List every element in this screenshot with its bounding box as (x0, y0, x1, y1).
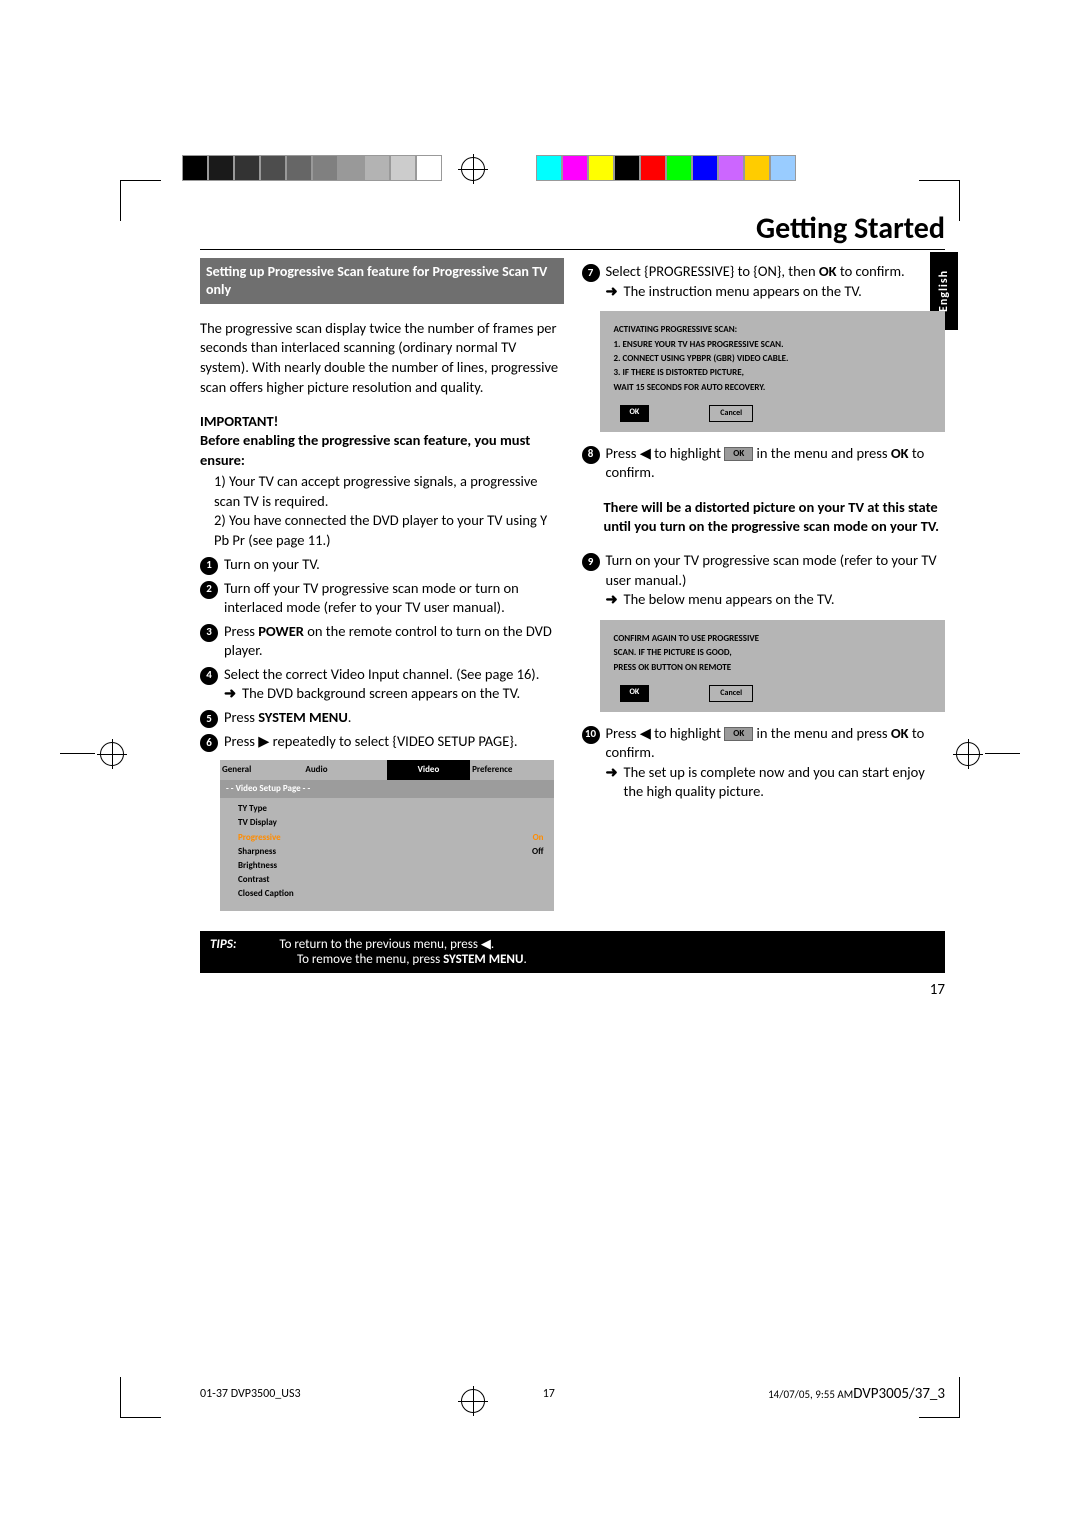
menu-row: TY Type (238, 802, 544, 816)
arrow-right-icon: ➜ (606, 282, 620, 302)
footer-page: 17 (543, 1387, 555, 1401)
tips-label: TIPS: (210, 937, 236, 952)
registration-mark-icon (100, 742, 124, 766)
menu-tab: General (220, 760, 303, 780)
warning-text: There will be a distorted picture on you… (604, 498, 940, 536)
step-text: Turn on your TV. (224, 555, 564, 575)
step-text: Press POWER on the remote control to tur… (224, 622, 564, 661)
menu-row: TV Display (238, 816, 544, 830)
page-title: Getting Started (200, 210, 945, 250)
step-number-icon: 10 (582, 726, 600, 744)
registration-mark-icon (461, 157, 485, 181)
right-column: 7 Select {PROGRESSIVE} to {ON}, then OK … (582, 258, 946, 911)
step-number-icon: 9 (582, 553, 600, 571)
footer-file: 01-37 DVP3500_US3 (200, 1387, 301, 1401)
step-text: Press SYSTEM MENU. (224, 708, 564, 728)
dialog-line: 3. IF THERE IS DISTORTED PICTURE, (614, 366, 932, 380)
menu-tab-active: Video (387, 760, 470, 780)
step-number-icon: 7 (582, 264, 600, 282)
important-subtitle: Before enabling the progressive scan fea… (200, 431, 530, 469)
video-setup-menu: General Audio Video Preference - - Video… (220, 760, 554, 911)
step-text: Select the correct Video Input channel. … (224, 665, 564, 704)
color-bar-right (536, 155, 796, 181)
step-number-icon: 3 (200, 624, 218, 642)
dialog-cancel-button: Cancel (709, 685, 753, 702)
menu-subtitle: - - Video Setup Page - - (220, 780, 554, 798)
tips-line: To remove the menu, press SYSTEM MENU. (297, 952, 527, 967)
color-bar-left (182, 155, 442, 181)
ok-badge-icon: OK (724, 727, 753, 741)
step-number-icon: 1 (200, 557, 218, 575)
tips-line: To return to the previous menu, press ◀. (279, 937, 494, 952)
crop-mark (120, 1377, 161, 1418)
crop-mark (120, 180, 161, 221)
menu-row: SharpnessOff (238, 845, 544, 859)
menu-row: Contrast (238, 873, 544, 887)
arrow-right-icon: ➜ (606, 763, 620, 802)
step-text: Turn off your TV progressive scan mode o… (224, 579, 564, 618)
menu-tab: Preference (470, 760, 553, 780)
trim-line (985, 753, 1020, 754)
trim-line (60, 753, 95, 754)
step-text: Select {PROGRESSIVE} to {ON}, then OK to… (606, 262, 946, 301)
step-text: Press ◀ to highlight OK in the menu and … (606, 724, 946, 802)
registration-mark-icon (956, 742, 980, 766)
print-footer: 01-37 DVP3500_US3 17 14/07/05, 9:55 AMDV… (200, 1385, 945, 1403)
step-number-icon: 4 (200, 667, 218, 685)
tips-bar: TIPS: To return to the previous menu, pr… (200, 931, 945, 973)
section-heading: Setting up Progressive Scan feature for … (200, 258, 564, 304)
important-label: IMPORTANT! (200, 412, 278, 430)
step-number-icon: 8 (582, 446, 600, 464)
left-column: Setting up Progressive Scan feature for … (200, 258, 564, 911)
ensure-item: 1) Your TV can accept progressive signal… (214, 472, 564, 511)
step-text: Press ◀ to highlight OK in the menu and … (606, 444, 946, 483)
dialog-line: WAIT 15 SECONDS FOR AUTO RECOVERY. (614, 381, 932, 395)
ok-badge-icon: OK (724, 447, 753, 461)
step-number-icon: 2 (200, 581, 218, 599)
dialog-title: ACTIVATING PROGRESSIVE SCAN: (614, 323, 932, 337)
menu-tab: Audio (303, 760, 386, 780)
ensure-item: 2) You have connected the DVD player to … (214, 511, 564, 550)
step-text: Turn on your TV progressive scan mode (r… (606, 551, 946, 610)
dialog-line: 2. CONNECT USING YPBPR (GBR) VIDEO CABLE… (614, 352, 932, 366)
dialog-ok-button: OK (620, 405, 650, 422)
step-number-icon: 6 (200, 734, 218, 752)
dialog-cancel-button: Cancel (709, 405, 753, 422)
progressive-dialog: ACTIVATING PROGRESSIVE SCAN: 1. ENSURE Y… (600, 311, 946, 432)
dialog-ok-button: OK (620, 685, 650, 702)
intro-text: The progressive scan display twice the n… (200, 319, 564, 397)
confirm-dialog: CONFIRM AGAIN TO USE PROGRESSIVE SCAN. I… (600, 620, 946, 712)
menu-row: Brightness (238, 859, 544, 873)
arrow-right-icon: ➜ (606, 590, 620, 610)
menu-row-highlighted: ProgressiveOn (238, 831, 544, 845)
step-number-icon: 5 (200, 710, 218, 728)
arrow-right-icon: ➜ (224, 684, 238, 704)
dialog-line: PRESS OK BUTTON ON REMOTE (614, 661, 932, 675)
footer-right: 14/07/05, 9:55 AMDVP3005/37_3 (768, 1385, 945, 1403)
dialog-line: SCAN. IF THE PICTURE IS GOOD, (614, 646, 932, 660)
step-text: Press ▶ repeatedly to select {VIDEO SETU… (224, 732, 564, 752)
dialog-line: 1. ENSURE YOUR TV HAS PROGRESSIVE SCAN. (614, 338, 932, 352)
menu-row: Closed Caption (238, 887, 544, 901)
page-number: 17 (200, 981, 945, 999)
dialog-line: CONFIRM AGAIN TO USE PROGRESSIVE (614, 632, 932, 646)
